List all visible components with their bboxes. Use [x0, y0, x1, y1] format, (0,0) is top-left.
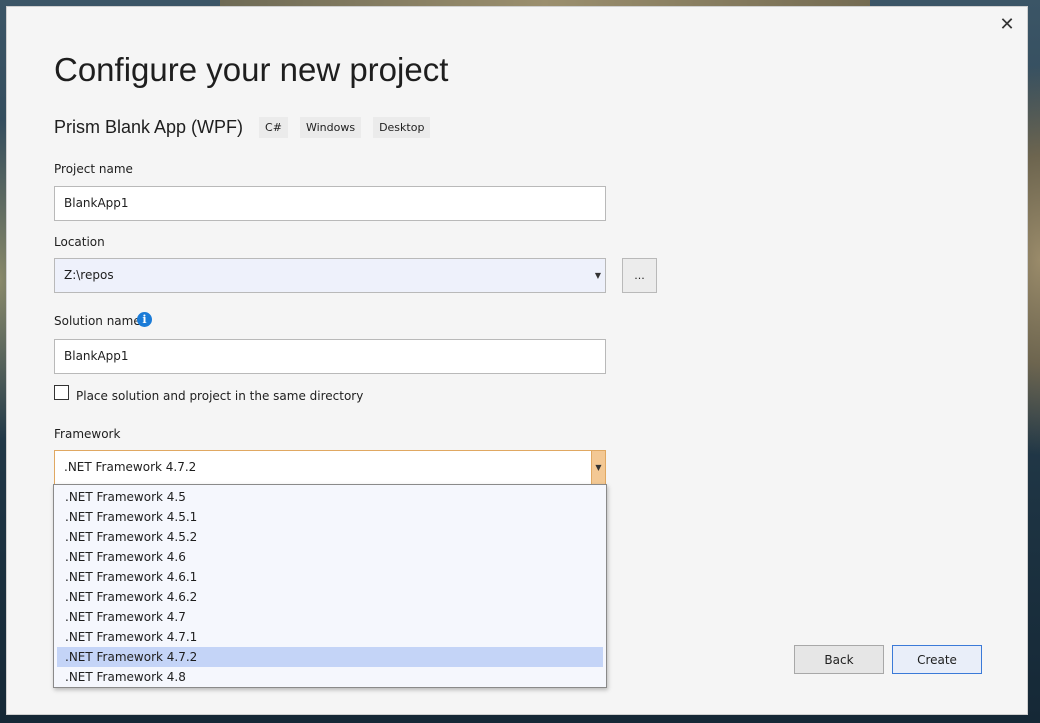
project-name-label: Project name [54, 162, 133, 176]
framework-option[interactable]: .NET Framework 4.7.1 [57, 627, 603, 647]
template-info: Prism Blank App (WPF) C# Windows Desktop [54, 117, 442, 138]
page-title: Configure your new project [54, 51, 449, 88]
framework-option[interactable]: .NET Framework 4.5 [57, 487, 603, 507]
location-label: Location [54, 235, 105, 249]
tag-platform: Windows [299, 117, 362, 138]
framework-option[interactable]: .NET Framework 4.7 [57, 607, 603, 627]
chevron-down-icon[interactable]: ▼ [591, 451, 605, 484]
framework-option-selected[interactable]: .NET Framework 4.7.2 [57, 647, 603, 667]
template-name: Prism Blank App (WPF) [54, 117, 244, 137]
framework-option[interactable]: .NET Framework 4.5.2 [57, 527, 603, 547]
framework-option[interactable]: .NET Framework 4.6.1 [57, 567, 603, 587]
close-icon[interactable]: ✕ [997, 15, 1017, 35]
same-directory-checkbox[interactable] [54, 385, 69, 400]
solution-name-input[interactable]: BlankApp1 [54, 339, 606, 374]
framework-option[interactable]: .NET Framework 4.8 [57, 667, 603, 687]
configure-project-dialog: ✕ Configure your new project Prism Blank… [6, 6, 1028, 715]
back-button[interactable]: Back [794, 645, 884, 674]
location-value: Z:\repos [64, 268, 114, 282]
framework-selected-value: .NET Framework 4.7.2 [64, 460, 197, 474]
framework-label: Framework [54, 427, 121, 441]
project-name-input[interactable]: BlankApp1 [54, 186, 606, 221]
solution-name-label: Solution name [54, 314, 141, 328]
info-icon[interactable]: i [137, 312, 152, 327]
chevron-down-icon[interactable]: ▼ [591, 259, 605, 292]
same-directory-label[interactable]: Place solution and project in the same d… [76, 389, 363, 403]
framework-option[interactable]: .NET Framework 4.5.1 [57, 507, 603, 527]
framework-option[interactable]: .NET Framework 4.6.2 [57, 587, 603, 607]
browse-button[interactable]: ... [622, 258, 657, 293]
tag-language: C# [259, 117, 288, 138]
framework-combobox[interactable]: .NET Framework 4.7.2 ▼ [54, 450, 606, 485]
create-button[interactable]: Create [892, 645, 982, 674]
framework-dropdown-list: .NET Framework 4.5 .NET Framework 4.5.1 … [53, 484, 607, 688]
location-combobox[interactable]: Z:\repos ▼ [54, 258, 606, 293]
tag-project-type: Desktop [373, 117, 431, 138]
framework-option[interactable]: .NET Framework 4.6 [57, 547, 603, 567]
